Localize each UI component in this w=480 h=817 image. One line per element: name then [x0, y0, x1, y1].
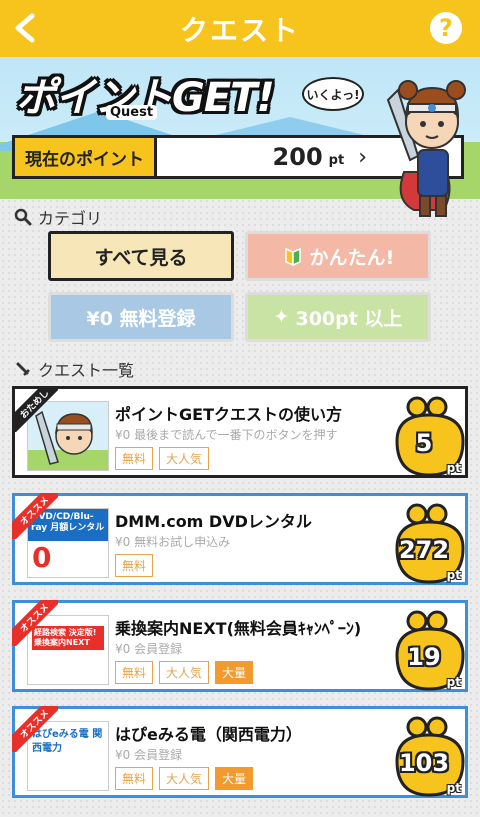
header-bar: クエスト ?: [0, 0, 480, 57]
tag-free: 無料: [115, 447, 154, 470]
thumbnail-zero: 0: [32, 541, 52, 574]
back-chevron-icon[interactable]: [6, 8, 46, 48]
quest-subtitle: ¥0 無料お試し申込み: [115, 535, 231, 549]
quest-tags: 無料 大人気 大量: [115, 767, 254, 790]
quest-logo-sub: Quest: [106, 105, 158, 120]
search-icon: [14, 208, 32, 226]
quest-points-unit: pt: [446, 568, 461, 582]
category-all-button[interactable]: すべて見る: [48, 231, 234, 281]
quest-subtitle: ¥0 最後まで読んで一番下のボタンを押す: [115, 428, 338, 442]
category-300pt-button[interactable]: ✦ 300pt 以上: [245, 292, 431, 342]
quest-title: DMM.com DVDレンタル: [115, 512, 312, 531]
quest-tags: 無料 大人気 大量: [115, 661, 254, 684]
current-points-value: 200: [272, 143, 323, 171]
ribbon-badge: オススメ: [12, 600, 58, 646]
tag-free: 無料: [115, 554, 154, 577]
tag-popular: 大人気: [159, 767, 210, 790]
category-easy-label: かんたん!: [309, 246, 395, 269]
quest-points: 103: [398, 749, 450, 777]
quest-list-section-title: クエスト一覧: [14, 357, 134, 381]
tag-free: 無料: [115, 661, 154, 684]
quest-points-unit: pt: [446, 675, 461, 689]
quest-item[interactable]: 経路検索 決定版! 乗換案内NEXT オススメ 乗換案内NEXT(無料会員ｷｬﾝ…: [12, 600, 468, 692]
quest-points: 19: [407, 643, 441, 671]
quest-item[interactable]: はぴeみる電 関西電力 オススメ はぴeみる電（関西電力） ¥0 会員登録 無料…: [12, 706, 468, 798]
ribbon-badge: オススメ: [12, 706, 58, 752]
points-coin: 272 pt: [391, 502, 467, 586]
help-icon[interactable]: ?: [430, 12, 462, 44]
current-points-label: 現在のポイント: [15, 138, 157, 176]
points-coin: 5 pt: [391, 395, 467, 479]
quest-list-title-text: クエスト一覧: [38, 361, 135, 380]
quest-tags: 無料 大人気: [115, 447, 210, 470]
category-300pt-label: 300pt 以上: [295, 307, 403, 330]
tag-bulk: 大量: [215, 661, 254, 684]
category-easy-button[interactable]: かんたん!: [245, 231, 431, 281]
quest-title: はぴeみる電（関西電力）: [115, 725, 302, 744]
category-free-label: ¥0 無料登録: [86, 307, 196, 330]
sword-icon: [16, 362, 30, 376]
category-free-button[interactable]: ¥0 無料登録: [48, 292, 234, 342]
quest-subtitle: ¥0 会員登録: [115, 642, 183, 656]
current-points-unit: pt: [328, 152, 345, 168]
quest-points: 272: [398, 536, 450, 564]
quest-subtitle: ¥0 会員登録: [115, 748, 183, 762]
quest-title: 乗換案内NEXT(無料会員ｷｬﾝﾍﾟｰﾝ): [115, 619, 362, 638]
tag-popular: 大人気: [159, 447, 210, 470]
beginner-mark-icon: [284, 247, 301, 267]
category-title-text: カテゴリ: [38, 209, 103, 228]
quest-item[interactable]: おためし ポイントGETクエストの使い方 ¥0 最後まで読んで一番下のボタンを押…: [12, 386, 468, 478]
quest-points-unit: pt: [446, 781, 461, 795]
category-section-title: カテゴリ: [14, 205, 102, 229]
tag-bulk: 大量: [215, 767, 254, 790]
ribbon-badge: オススメ: [12, 493, 58, 539]
quest-tags: 無料: [115, 554, 154, 577]
tag-free: 無料: [115, 767, 154, 790]
ribbon-badge: おためし: [12, 386, 58, 432]
points-coin: 19 pt: [391, 609, 467, 693]
quest-title: ポイントGETクエストの使い方: [115, 405, 342, 424]
mascot-character-illustration: [386, 80, 466, 217]
quest-item[interactable]: DVD/CD/Blu-ray 月額レンタル 0 オススメ DMM.com DVD…: [12, 493, 468, 585]
quest-points-unit: pt: [446, 461, 461, 475]
speech-bubble: いくよっ!: [302, 77, 364, 111]
category-all-label: すべて見る: [94, 246, 188, 269]
sparkle-icon: ✦: [273, 306, 290, 328]
tag-popular: 大人気: [159, 661, 210, 684]
points-coin: 103 pt: [391, 715, 467, 799]
page-title: クエスト: [179, 13, 300, 47]
quest-points: 5: [415, 429, 433, 457]
chevron-right-icon: ›: [358, 144, 367, 170]
